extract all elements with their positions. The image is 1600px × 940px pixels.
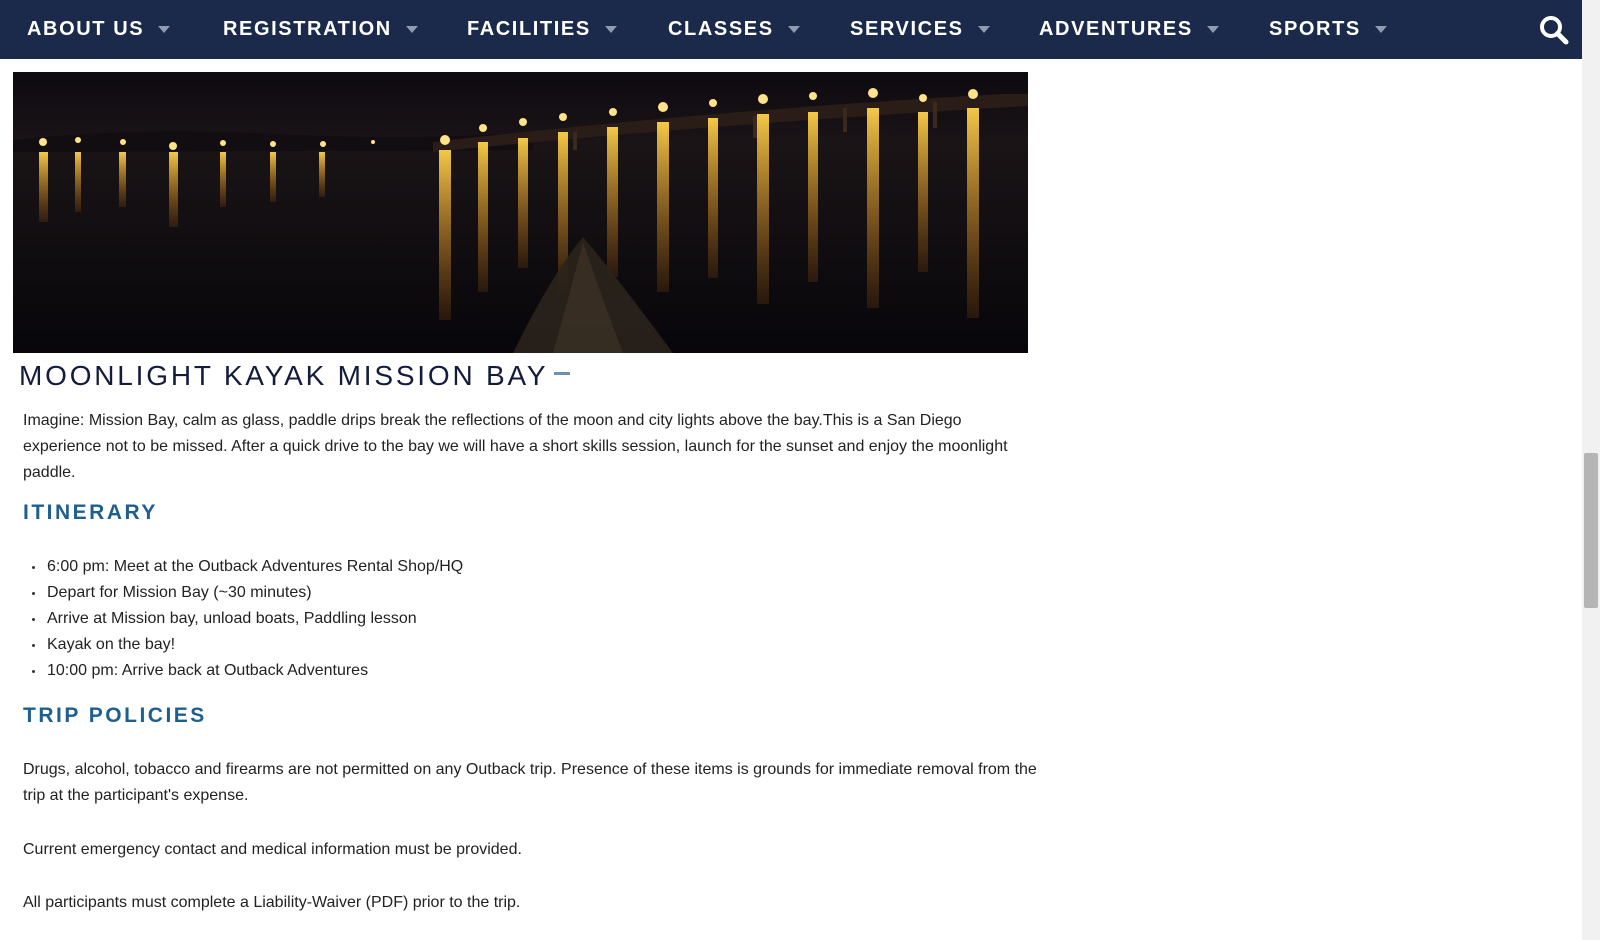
scrollbar-thumb[interactable]	[1584, 453, 1598, 608]
waiver-paragraph: All participants must complete a Liabili…	[23, 890, 1043, 916]
list-item: Arrive at Mission bay, unload boats, Pad…	[23, 606, 463, 632]
list-item: Depart for Mission Bay (~30 minutes)	[23, 580, 463, 606]
caret-down-icon	[604, 26, 617, 33]
list-item: Kayak on the bay!	[23, 632, 463, 658]
nav-label: REGISTRATION	[223, 18, 392, 40]
caret-down-icon	[1374, 26, 1387, 33]
nav-label: ABOUT US	[27, 18, 145, 40]
page-title: MOONLIGHT KAYAK MISSION BAY	[19, 360, 571, 392]
nav-label: FACILITIES	[467, 18, 591, 40]
waiver-prefix: All participants must complete a	[23, 894, 254, 911]
nav-item-facilities[interactable]: FACILITIES	[467, 0, 617, 59]
liability-waiver-link[interactable]: Liability-Waiver (PDF)	[253, 894, 408, 911]
nav-label: SERVICES	[850, 18, 964, 40]
nav-item-adventures[interactable]: ADVENTURES	[1039, 0, 1219, 59]
nav-item-sports[interactable]: SPORTS	[1269, 0, 1387, 59]
list-item: 6:00 pm: Meet at the Outback Adventures …	[23, 554, 463, 580]
collapse-minus-icon[interactable]	[554, 372, 571, 375]
nav-item-registration[interactable]: REGISTRATION	[223, 0, 418, 59]
list-item: 10:00 pm: Arrive back at Outback Adventu…	[23, 658, 463, 684]
nav-item-about-us[interactable]: ABOUT US	[27, 0, 171, 59]
itinerary-list: 6:00 pm: Meet at the Outback Adventures …	[23, 554, 463, 684]
main-nav: ABOUT US REGISTRATION FACILITIES CLASSES…	[0, 0, 1582, 59]
trip-policies-heading: TRIP POLICIES	[23, 704, 207, 727]
nav-item-classes[interactable]: CLASSES	[668, 0, 800, 59]
nav-label: ADVENTURES	[1039, 18, 1193, 40]
caret-down-icon	[787, 26, 800, 33]
waiver-suffix: prior to the trip.	[408, 894, 521, 911]
nav-item-services[interactable]: SERVICES	[850, 0, 990, 59]
nav-label: SPORTS	[1269, 18, 1361, 40]
caret-down-icon	[977, 26, 990, 33]
search-button[interactable]	[1538, 14, 1570, 46]
policy-paragraph: Drugs, alcohol, tobacco and firearms are…	[23, 761, 1037, 804]
page-scrollbar[interactable]	[1582, 0, 1600, 940]
hero-image	[13, 72, 1028, 353]
policy-paragraph: Current emergency contact and medical in…	[23, 841, 522, 858]
nav-label: CLASSES	[668, 18, 774, 40]
caret-down-icon	[158, 26, 171, 33]
page-title-text: MOONLIGHT KAYAK MISSION BAY	[19, 360, 549, 391]
search-icon	[1540, 16, 1569, 45]
caret-down-icon	[1206, 26, 1219, 33]
itinerary-heading: ITINERARY	[23, 501, 158, 524]
trip-description: Imagine: Mission Bay, calm as glass, pad…	[23, 412, 1008, 481]
caret-down-icon	[405, 26, 418, 33]
night-bay-photo	[13, 72, 1028, 353]
